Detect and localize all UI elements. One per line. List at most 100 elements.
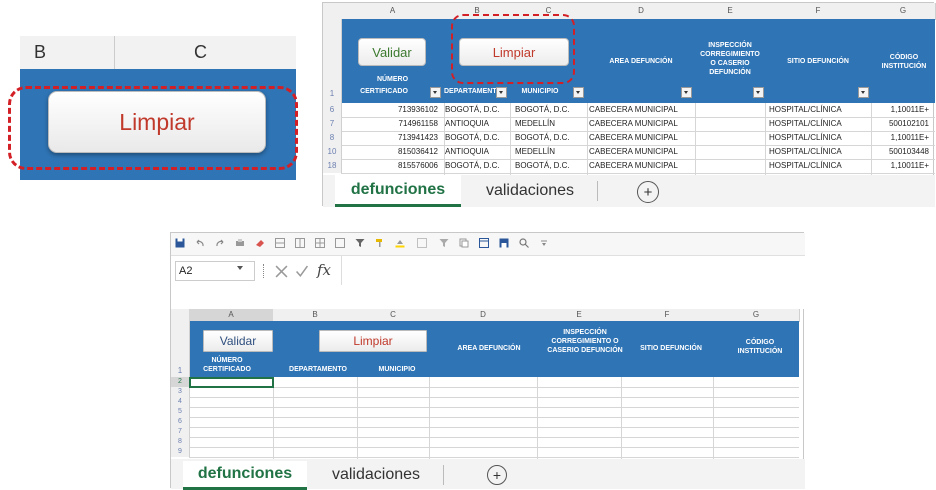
merge-icon[interactable]	[315, 238, 325, 248]
row-number[interactable]: 6	[323, 103, 342, 117]
cell-departamento[interactable]: ANTIOQUIA	[445, 146, 513, 157]
cell-departamento[interactable]: ANTIOQUIA	[445, 118, 513, 129]
confirm-entry-icon[interactable]	[295, 265, 309, 278]
row-number[interactable]: 9	[171, 447, 190, 457]
row-number[interactable]: 8	[171, 437, 190, 447]
cell-certificado[interactable]: 713941423	[347, 132, 438, 143]
eraser-icon[interactable]	[255, 238, 265, 248]
window-icon[interactable]	[479, 238, 489, 248]
cell-sitio[interactable]: HOSPITAL/CLÍNICA	[769, 118, 871, 129]
format-painter-icon[interactable]	[375, 238, 385, 248]
filter-dropdown-icon[interactable]	[430, 87, 441, 98]
add-sheet-icon[interactable]: +	[637, 181, 659, 203]
filter-dropdown-icon[interactable]	[681, 87, 692, 98]
cell-codigo[interactable]: 1,10011E+	[873, 132, 929, 143]
copy-icon[interactable]	[459, 238, 469, 248]
cell-codigo[interactable]: 500103448	[873, 146, 929, 157]
customize-toolbar-icon[interactable]	[539, 238, 549, 248]
row-number[interactable]: 1	[323, 19, 342, 103]
row-number[interactable]: 1	[171, 321, 190, 377]
undo-icon[interactable]	[195, 238, 205, 248]
cell-area[interactable]: CABECERA MUNICIPAL	[589, 118, 691, 129]
column-header-d[interactable]: D	[587, 3, 696, 20]
tab-defunciones[interactable]: defunciones	[335, 175, 461, 207]
row-number[interactable]: 10	[323, 145, 342, 159]
row-number[interactable]: 7	[323, 117, 342, 131]
validar-button[interactable]: Validar	[358, 38, 426, 66]
column-header-b[interactable]: B	[34, 36, 46, 69]
gridline	[189, 417, 799, 418]
cell-area[interactable]: CABECERA MUNICIPAL	[589, 146, 691, 157]
tab-defunciones[interactable]: defunciones	[183, 461, 307, 490]
fill-color-icon[interactable]	[395, 238, 405, 248]
clear-filter-icon[interactable]	[439, 238, 449, 248]
filter-dropdown-icon[interactable]	[858, 87, 869, 98]
row-number[interactable]: 7	[171, 427, 190, 437]
cell-sitio[interactable]: HOSPITAL/CLÍNICA	[769, 160, 871, 171]
cancel-entry-icon[interactable]	[275, 265, 288, 278]
cell-certificado[interactable]: 714961158	[347, 118, 438, 129]
save-as-icon[interactable]	[499, 238, 509, 248]
column-header-f[interactable]: F	[765, 3, 872, 20]
row-number[interactable]: 8	[323, 131, 342, 145]
row-number[interactable]: 2	[171, 377, 190, 387]
filter-icon[interactable]	[355, 238, 365, 248]
highlight-dashed-outline	[8, 86, 298, 170]
column-header-e[interactable]: E	[695, 3, 766, 20]
cell-departamento[interactable]: BOGOTÁ, D.C.	[445, 132, 513, 143]
row-number[interactable]: 18	[323, 159, 342, 173]
cell-departamento[interactable]: BOGOTÁ, D.C.	[445, 160, 513, 171]
chevron-down-icon[interactable]	[237, 266, 243, 270]
save-icon[interactable]	[175, 238, 185, 248]
column-header-a[interactable]: A	[341, 3, 445, 20]
cell-municipio[interactable]: BOGOTÁ, D.C.	[515, 132, 587, 143]
active-cell-a2[interactable]	[189, 377, 274, 388]
row-number[interactable]: 3	[171, 387, 190, 397]
grid-icon[interactable]	[295, 238, 305, 248]
cell-certificado[interactable]: 815036412	[347, 146, 438, 157]
cell-area[interactable]: CABECERA MUNICIPAL	[589, 104, 691, 115]
filter-dropdown-icon[interactable]	[496, 87, 507, 98]
formula-divider	[341, 256, 342, 286]
filter-dropdown-icon[interactable]	[753, 87, 764, 98]
name-box[interactable]: A2	[175, 261, 255, 281]
insert-function-icon[interactable]: fx	[317, 261, 331, 279]
row-number[interactable]: 4	[171, 397, 190, 407]
cell-sitio[interactable]: HOSPITAL/CLÍNICA	[769, 146, 871, 157]
row-number[interactable]: 5	[171, 407, 190, 417]
select-all-corner[interactable]	[323, 3, 342, 20]
cell-codigo[interactable]: 1,10011E+	[873, 104, 929, 115]
cell-area[interactable]: CABECERA MUNICIPAL	[589, 160, 691, 171]
cell-certificado[interactable]: 815576006	[347, 160, 438, 171]
tab-validaciones[interactable]: validaciones	[467, 175, 593, 207]
cell-codigo[interactable]: 500102101	[873, 118, 929, 129]
cell-sitio[interactable]: HOSPITAL/CLÍNICA	[769, 132, 871, 143]
limpiar-button[interactable]: Limpiar	[319, 330, 427, 352]
table-row: 714961158 ANTIOQUIA MEDELLÍN CABECERA MUNIC…	[341, 118, 935, 129]
cell-certificado[interactable]: 713936102	[347, 104, 438, 115]
cell-departamento[interactable]: BOGOTÁ, D.C.	[445, 104, 513, 115]
borders-icon[interactable]	[335, 238, 345, 248]
formula-input[interactable]	[343, 258, 801, 284]
borders-dropdown-icon[interactable]	[417, 238, 427, 248]
row-number[interactable]: 6	[171, 417, 190, 427]
column-header-c[interactable]: C	[194, 36, 207, 69]
column-divider	[114, 36, 115, 69]
cell-municipio[interactable]: BOGOTÁ, D.C.	[515, 104, 587, 115]
tab-validaciones[interactable]: validaciones	[311, 461, 441, 489]
redo-icon[interactable]	[215, 238, 225, 248]
cell-sitio[interactable]: HOSPITAL/CLÍNICA	[769, 104, 871, 115]
cell-municipio[interactable]: MEDELLÍN	[515, 146, 587, 157]
cell-municipio[interactable]: MEDELLÍN	[515, 118, 587, 129]
table-icon[interactable]	[275, 238, 285, 248]
column-header-g[interactable]: G	[871, 3, 936, 20]
validar-button[interactable]: Validar	[203, 330, 273, 352]
cell-municipio[interactable]: BOGOTÁ, D.C.	[515, 160, 587, 171]
filter-dropdown-icon[interactable]	[573, 87, 584, 98]
cell-codigo[interactable]: 1,10011E+	[873, 160, 929, 171]
zoom-icon[interactable]	[519, 238, 529, 248]
add-sheet-icon[interactable]: +	[487, 465, 507, 485]
cell-area[interactable]: CABECERA MUNICIPAL	[589, 132, 691, 143]
gridline	[341, 173, 935, 174]
print-icon[interactable]	[235, 238, 245, 248]
